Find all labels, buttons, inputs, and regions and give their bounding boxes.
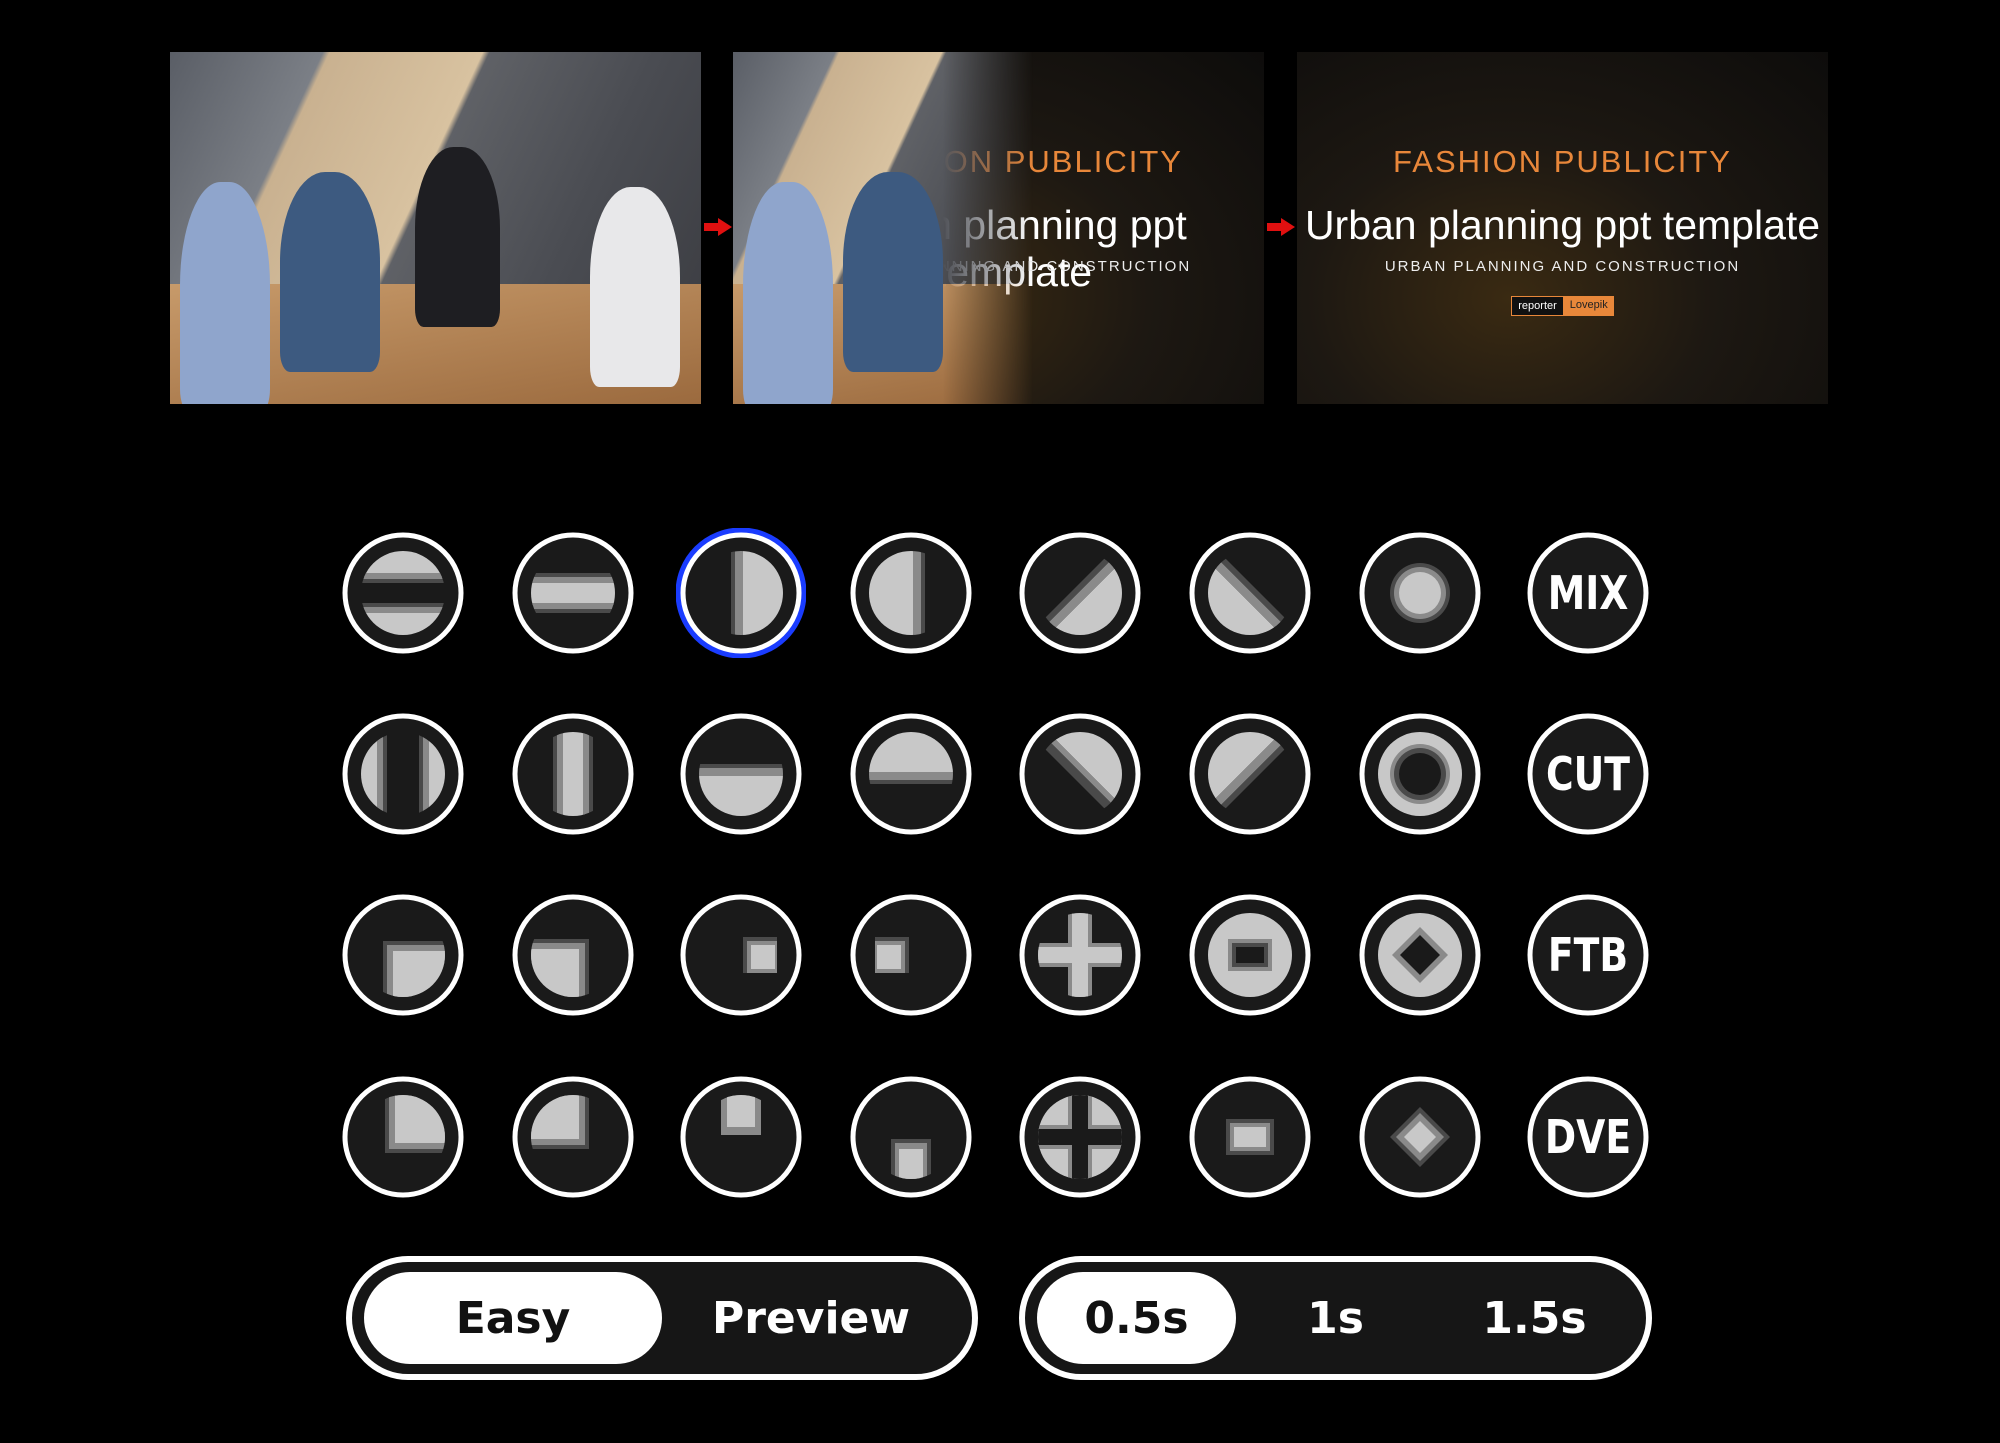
duration-toggle[interactable]: 0.5s 1s 1.5s bbox=[1019, 1256, 1652, 1380]
box-corner-tr-icon bbox=[342, 1076, 464, 1198]
slide-tags: reporter Lovepik bbox=[1297, 296, 1828, 316]
transition-button-wipe-up[interactable] bbox=[846, 709, 976, 839]
box-right-icon bbox=[680, 894, 802, 1016]
box-corner-bl-icon bbox=[512, 894, 634, 1016]
box-corner-br-icon bbox=[342, 894, 464, 1016]
transition-button-wipe-diagonal-down-2[interactable] bbox=[1015, 709, 1145, 839]
slide-title: Urban planning ppt template bbox=[1304, 202, 1821, 248]
meeting-photo bbox=[170, 52, 701, 404]
transition-label: CUT bbox=[1546, 747, 1630, 801]
transition-button-wipe-left[interactable] bbox=[846, 528, 976, 658]
transition-button-wipe-diagonal-up-2[interactable] bbox=[1185, 709, 1315, 839]
iris-circle-out-icon bbox=[1359, 532, 1481, 654]
transition-button-box-right[interactable] bbox=[676, 890, 806, 1020]
dve-icon: DVE bbox=[1527, 1076, 1649, 1198]
wipe-diagonal-up-icon bbox=[1019, 532, 1141, 654]
duration-0-5s-option[interactable]: 0.5s bbox=[1037, 1272, 1236, 1364]
mode-preview-option[interactable]: Preview bbox=[662, 1272, 960, 1364]
box-corner-tl-icon bbox=[512, 1076, 634, 1198]
box-top-icon bbox=[680, 1076, 802, 1198]
transition-button-diamond-in[interactable] bbox=[1355, 890, 1485, 1020]
diamond-in-icon bbox=[1359, 894, 1481, 1016]
slide-subtitle: URBAN PLANNING AND CONSTRUCTION bbox=[1384, 258, 1741, 275]
tag-lovepik: Lovepik bbox=[1563, 296, 1614, 316]
wipe-diagonal-down-2-icon bbox=[1019, 713, 1141, 835]
arrow-right-icon bbox=[1267, 218, 1295, 236]
mode-easy-option[interactable]: Easy bbox=[364, 1272, 662, 1364]
transition-button-wipe-horizontal-out[interactable] bbox=[508, 528, 638, 658]
iris-circle-in-icon bbox=[1359, 713, 1481, 835]
mix-icon: MIX bbox=[1527, 532, 1649, 654]
transition-button-cut[interactable]: CUT bbox=[1523, 709, 1653, 839]
transition-button-box-corner-br[interactable] bbox=[338, 890, 468, 1020]
transition-button-box-left[interactable] bbox=[846, 890, 976, 1020]
transition-label: FTB bbox=[1548, 928, 1628, 982]
box-center-out-icon bbox=[1189, 1076, 1311, 1198]
transition-button-mix[interactable]: MIX bbox=[1523, 528, 1653, 658]
box-left-icon bbox=[850, 894, 972, 1016]
transition-button-iris-circle-in[interactable] bbox=[1355, 709, 1485, 839]
wipe-diagonal-up-2-icon bbox=[1189, 713, 1311, 835]
box-center-in-icon bbox=[1189, 894, 1311, 1016]
transition-button-cross-out[interactable] bbox=[1015, 890, 1145, 1020]
wipe-vertical-in-icon bbox=[342, 713, 464, 835]
cross-in-icon bbox=[1019, 1076, 1141, 1198]
transition-button-wipe-diagonal-up[interactable] bbox=[1015, 528, 1145, 658]
cross-out-icon bbox=[1019, 894, 1141, 1016]
transition-button-box-corner-tr[interactable] bbox=[338, 1072, 468, 1202]
transition-button-wipe-vertical-out[interactable] bbox=[508, 709, 638, 839]
duration-1-5s-option[interactable]: 1.5s bbox=[1435, 1272, 1634, 1364]
arrow-right-icon bbox=[704, 218, 732, 236]
wipe-vertical-out-icon bbox=[512, 713, 634, 835]
diamond-out-icon bbox=[1359, 1076, 1481, 1198]
wipe-left-icon bbox=[850, 532, 972, 654]
transition-button-ftb[interactable]: FTB bbox=[1523, 890, 1653, 1020]
transition-button-box-bottom[interactable] bbox=[846, 1072, 976, 1202]
wipe-right-icon bbox=[676, 528, 806, 658]
transition-button-dve[interactable]: DVE bbox=[1523, 1072, 1653, 1202]
transition-button-wipe-vertical-in[interactable] bbox=[338, 709, 468, 839]
transition-button-wipe-down[interactable] bbox=[676, 709, 806, 839]
transition-button-wipe-right[interactable] bbox=[676, 528, 806, 658]
transition-button-box-center-out[interactable] bbox=[1185, 1072, 1315, 1202]
transition-label: MIX bbox=[1548, 566, 1629, 620]
transition-button-box-corner-tl[interactable] bbox=[508, 1072, 638, 1202]
transition-label: DVE bbox=[1545, 1110, 1631, 1164]
meeting-photo bbox=[733, 52, 1033, 404]
mode-toggle[interactable]: Easy Preview bbox=[346, 1256, 978, 1380]
transition-button-cross-in[interactable] bbox=[1015, 1072, 1145, 1202]
wipe-horizontal-out-icon bbox=[512, 532, 634, 654]
target-preview: FASHION PUBLICITY Urban planning ppt tem… bbox=[1297, 52, 1828, 404]
transition-button-diamond-out[interactable] bbox=[1355, 1072, 1485, 1202]
wipe-diagonal-down-icon bbox=[1189, 532, 1311, 654]
transition-button-wipe-horizontal-in[interactable] bbox=[338, 528, 468, 658]
transition-button-wipe-diagonal-down[interactable] bbox=[1185, 528, 1315, 658]
ftb-icon: FTB bbox=[1527, 894, 1649, 1016]
transition-button-iris-circle-out[interactable] bbox=[1355, 528, 1485, 658]
wipe-down-icon bbox=[680, 713, 802, 835]
source-preview bbox=[170, 52, 701, 404]
cut-icon: CUT bbox=[1527, 713, 1649, 835]
wipe-horizontal-in-icon bbox=[342, 532, 464, 654]
transition-button-box-center-in[interactable] bbox=[1185, 890, 1315, 1020]
wipe-up-icon bbox=[850, 713, 972, 835]
box-bottom-icon bbox=[850, 1076, 972, 1198]
slide-kicker: FASHION PUBLICITY bbox=[1393, 144, 1732, 179]
transition-button-box-corner-bl[interactable] bbox=[508, 890, 638, 1020]
tag-reporter: reporter bbox=[1511, 296, 1564, 316]
duration-1s-option[interactable]: 1s bbox=[1236, 1272, 1435, 1364]
transition-button-box-top[interactable] bbox=[676, 1072, 806, 1202]
transition-preview: FASHION PUBLICITY Urban planning ppt tem… bbox=[733, 52, 1264, 404]
